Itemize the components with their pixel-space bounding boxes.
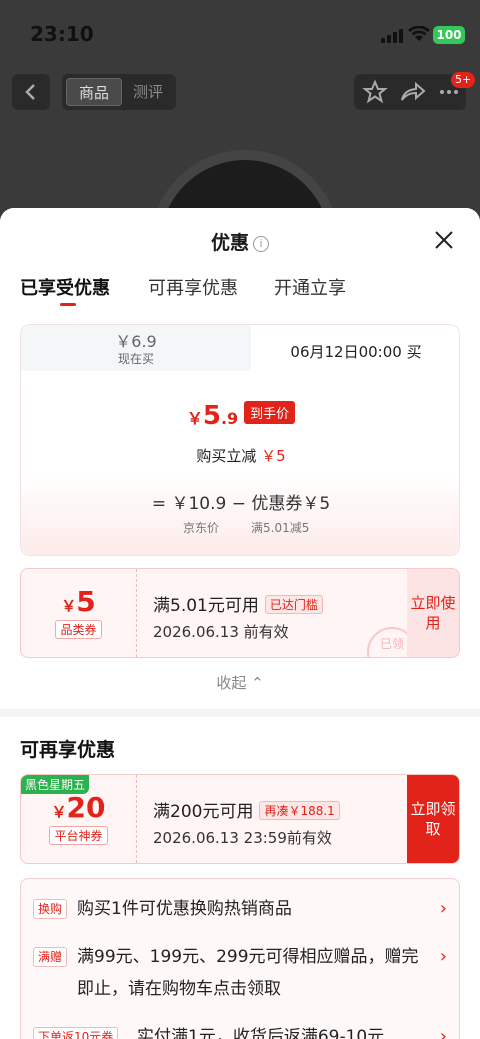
coupon-type: 平台神券 [49,826,108,845]
collapse-button[interactable]: 收起 ⌃ [20,672,460,693]
jd-price-label: 京东价 [183,521,220,535]
coupon-amount: ￥20 [51,791,106,824]
coupon-title: 满200元可用 再凑￥188.1 [153,797,340,822]
platform-coupon: 黑色星期五 ￥20 平台神券 满200元可用 再凑￥188.1 2026.06.1… [20,774,460,864]
chevron-up-icon: ⌃ [251,674,264,692]
nav-actions [354,74,466,110]
back-button[interactable] [12,74,50,110]
sheet-title: 优惠 i [0,228,480,255]
promo-tag: 满赠 [33,947,68,967]
coupon-title: 满5.01元可用 已达门槛 [153,591,323,616]
claim-now-button[interactable]: 立即领取 [407,775,459,863]
section-title: 可再享优惠 [20,739,116,761]
final-price-box: ￥5.9 到手价 购买立减 ￥5 [21,371,459,475]
tab-underline [60,303,76,306]
status-bar: 23:10 100 [0,0,480,64]
more-icon [440,90,444,94]
chevron-left-icon [25,84,35,100]
message-badge: 5+ [451,72,476,88]
current-price-label: 现在买 [117,352,154,366]
instant-cut: 购买立减 ￥5 [196,447,286,465]
signal-icon [381,29,403,43]
current-price: ￥6.9 [115,332,157,351]
tab-enjoyed[interactable]: 已享受优惠 [20,274,110,300]
threshold-reached-badge: 已达门槛 [264,595,323,614]
tab-open-enjoy[interactable]: 开通立享 [274,274,346,300]
add-more-badge: 再凑￥188.1 [259,801,340,820]
info-icon[interactable]: i [253,236,269,252]
list-item[interactable]: 满赠 满99元、199元、299元可得相应赠品，赠完即止，请在购物车点击领取 › [33,933,447,1013]
price-card: ￥6.9 现在买 06月12日00:00 买 ￥5.9 到手价 购买立减 ￥5 =… [20,324,460,556]
enjoyed-section: ￥6.9 现在买 06月12日00:00 买 ￥5.9 到手价 购买立减 ￥5 =… [0,318,480,709]
category-coupon: ￥5 品类券 满5.01元可用 已达门槛 2026.06.13 前有效 已领 立即… [20,568,460,658]
tab-review[interactable]: 测评 [124,78,172,106]
discount-sheet: 优惠 i 已享受优惠 可再享优惠 开通立享 ￥6.9 现在买 06月12日00:0… [0,208,480,1039]
future-buy-label[interactable]: 06月12日00:00 买 [251,325,459,371]
coupon-expiry: 2026.06.13 23:59前有效 [153,829,332,847]
product-tabs: 商品 测评 [62,74,176,110]
list-item[interactable]: 下单返10元券 实付满1元，收货后返满69-10元 › [33,1013,447,1039]
share-icon [401,81,426,101]
tab-product[interactable]: 商品 [66,78,122,106]
coupon-rule-label: 满5.01减5 [251,521,310,535]
chevron-right-icon: › [439,1026,447,1039]
battery-icon: 100 [433,26,465,44]
coupon-type: 品类券 [55,620,102,639]
chevron-right-icon: › [439,946,447,967]
sheet-header: 优惠 i [0,208,480,272]
more-discounts-section: 可再享优惠 黑色星期五 ￥20 平台神券 满200元可用 再凑￥188.1 202… [0,717,480,1039]
close-icon[interactable] [432,228,456,252]
list-item[interactable]: 换购 购买1件可优惠换购热销商品 › [33,885,447,933]
discount-tabs: 已享受优惠 可再享优惠 开通立享 [0,272,480,318]
coupon-expiry: 2026.06.13 前有效 [153,623,289,641]
promo-tag: 下单返10元券 [33,1027,119,1039]
price-formula: = ￥10.9 − 优惠券￥5 [151,494,331,514]
final-price-tag: 到手价 [244,401,296,424]
tab-more-available[interactable]: 可再享优惠 [148,274,238,300]
promo-tag: 换购 [33,899,68,919]
coupon-amount: ￥5 [61,585,96,618]
wifi-icon [408,26,430,41]
price-formula-box: = ￥10.9 − 优惠券￥5 京东价 满5.01减5 [21,475,459,555]
promo-list: 换购 购买1件可优惠换购热销商品 › 满赠 满99元、199元、299元可得相应… [20,878,460,1039]
star-icon [362,79,388,104]
use-now-button[interactable]: 立即使用 [407,569,459,657]
current-price-box: ￥6.9 现在买 [21,325,251,371]
status-time: 23:10 [30,22,94,46]
chevron-right-icon: › [439,898,447,919]
final-price: ￥5.9 [186,401,239,431]
